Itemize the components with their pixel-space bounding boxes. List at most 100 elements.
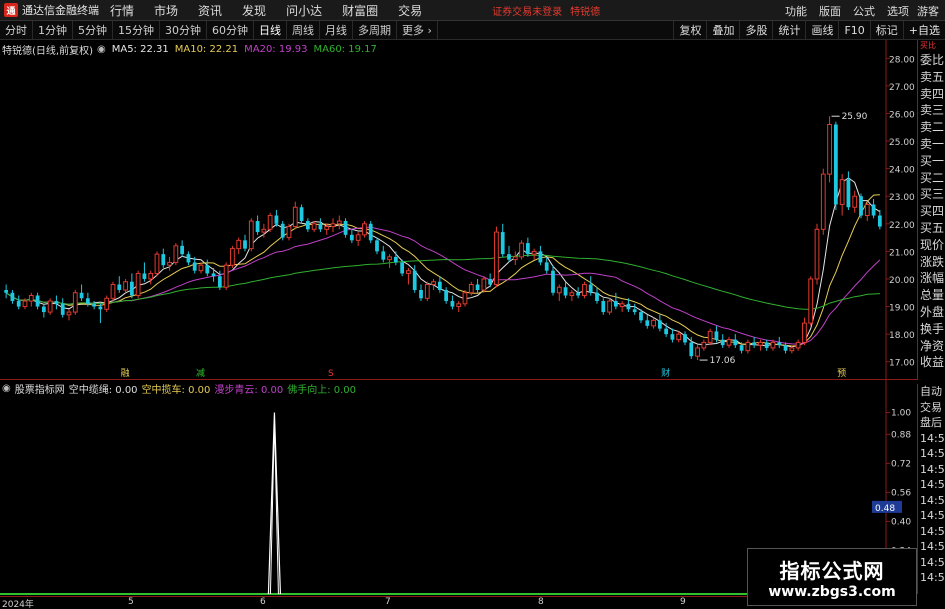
candle <box>871 198 876 219</box>
indicator-tick-label: 0.56 <box>891 488 911 498</box>
candle-body <box>827 123 832 175</box>
tab-15min[interactable]: 15分钟 <box>113 20 160 40</box>
candle <box>72 290 78 315</box>
candle <box>488 273 493 288</box>
candle-body <box>563 287 568 296</box>
statistics-button[interactable]: 统计 <box>772 21 805 40</box>
menu-item-ask-xiaoda[interactable]: 问小达 <box>276 2 332 19</box>
add-watchlist-button[interactable]: +自选 <box>902 21 945 40</box>
candle-body <box>632 309 637 313</box>
side-item[interactable]: 盘后 <box>918 415 945 431</box>
date-label: 9 <box>680 597 686 607</box>
restore-rights-button[interactable]: 复权 <box>673 21 706 40</box>
candle <box>582 281 587 299</box>
f10-button[interactable]: F10 <box>838 21 869 40</box>
candle <box>839 174 845 216</box>
side-time: 14:50 <box>920 540 945 553</box>
candle <box>393 251 398 266</box>
draw-line-button[interactable]: 画线 <box>805 21 838 40</box>
overlay-button[interactable]: 叠加 <box>706 21 739 40</box>
side-time: 14:50 <box>920 431 945 445</box>
candle-body <box>707 330 713 343</box>
price-tick-label: 26.00 <box>889 110 915 120</box>
candle-body <box>651 319 656 327</box>
price-chart[interactable]: 28.00 27.00 26.00 25.00 24.00 23.00 22.00 21.00… <box>0 40 917 380</box>
candle <box>336 215 342 230</box>
app-title: 通达信金融终端 <box>22 4 99 17</box>
side-time: 14:50 <box>920 462 945 476</box>
tab-monthly[interactable]: 月线 <box>320 20 353 40</box>
candle-body <box>500 232 505 255</box>
candle-body <box>305 221 310 230</box>
low-label: 17.06 <box>710 356 736 366</box>
candle-body <box>261 228 267 233</box>
watermark-badge: 指标公式网 www.zbgs3.com <box>747 548 917 606</box>
candle-body <box>569 292 575 297</box>
menu-item-market[interactable]: 市场 <box>144 2 188 19</box>
candle-body <box>720 339 725 346</box>
side-item: 收益 <box>920 355 945 370</box>
indicator-info-line: ◉ 股票指标网 空中缆绳: 0.00 空中揽车: 0.00 漫步青云: 0.00… <box>2 381 360 396</box>
candle <box>248 218 254 252</box>
candle-body <box>814 228 820 280</box>
candle <box>161 248 166 268</box>
candle <box>814 223 820 285</box>
login-notice[interactable]: 证券交易未登录 <box>492 3 562 18</box>
side-item[interactable]: 交易 <box>918 400 945 416</box>
side-item: 现价 <box>920 237 945 252</box>
tab-1min[interactable]: 1分钟 <box>33 20 73 40</box>
tab-weekly[interactable]: 周线 <box>287 20 320 40</box>
candle <box>525 237 530 257</box>
candle-body <box>362 223 367 236</box>
settings-dot-icon[interactable]: ◉ <box>97 44 106 55</box>
guest-button[interactable]: 游客 <box>917 3 939 19</box>
menu-item-formula[interactable]: 公式 <box>847 3 881 19</box>
event-marker: 减 <box>196 367 205 379</box>
candle-body <box>104 297 110 310</box>
multi-stock-button[interactable]: 多股 <box>739 21 772 40</box>
candle <box>645 314 650 329</box>
candle <box>148 270 154 285</box>
side-time: 14:50 <box>920 555 945 569</box>
mark-button[interactable]: 标记 <box>869 21 903 40</box>
candle-body <box>10 292 15 302</box>
candle <box>808 276 814 326</box>
candle <box>267 212 273 233</box>
tab-daily[interactable]: 日线 <box>254 20 287 40</box>
candle <box>305 218 310 233</box>
candle-body <box>519 242 524 258</box>
candle-body <box>54 301 59 304</box>
candle <box>142 262 147 282</box>
menu-item-options[interactable]: 选项 <box>881 3 915 19</box>
candle-body <box>695 347 700 357</box>
tab-5min[interactable]: 5分钟 <box>73 20 113 40</box>
menu-item-layout[interactable]: 版面 <box>813 3 847 19</box>
menu-item-trade[interactable]: 交易 <box>388 2 432 19</box>
tab-more[interactable]: 更多 › <box>397 20 438 40</box>
candle <box>833 121 838 210</box>
menu-bar: 通 通达信金融终端 行情 市场 资讯 发现 问小达 财富圈 交易 证券交易未登录… <box>0 0 945 21</box>
side-item: 卖二 <box>920 120 945 135</box>
menu-item-function[interactable]: 功能 <box>779 3 813 19</box>
settings-dot-icon[interactable]: ◉ <box>2 383 11 394</box>
side-item[interactable]: 自动 <box>918 384 945 400</box>
candle <box>255 215 260 235</box>
menu-item-news[interactable]: 资讯 <box>188 2 232 19</box>
right-menu: 功能 版面 公式 选项 <box>779 0 915 21</box>
date-label: 5 <box>128 597 134 607</box>
tab-multi-period[interactable]: 多周期 <box>353 20 397 40</box>
tab-60min[interactable]: 60分钟 <box>207 20 254 40</box>
candle-body <box>292 206 298 228</box>
candle-body <box>330 223 336 228</box>
candle <box>481 276 487 293</box>
tab-more-label: 更多 <box>402 23 424 37</box>
candle <box>299 204 304 224</box>
candle-body <box>22 300 28 308</box>
candle-body <box>676 333 682 341</box>
menu-item-wealth-circle[interactable]: 财富圈 <box>332 2 388 19</box>
high-label: 25.90 <box>842 112 868 122</box>
menu-item-discover[interactable]: 发现 <box>232 2 276 19</box>
menu-item-quotes[interactable]: 行情 <box>100 2 144 19</box>
tab-30min[interactable]: 30分钟 <box>160 20 207 40</box>
tab-intraday[interactable]: 分时 <box>0 20 33 40</box>
